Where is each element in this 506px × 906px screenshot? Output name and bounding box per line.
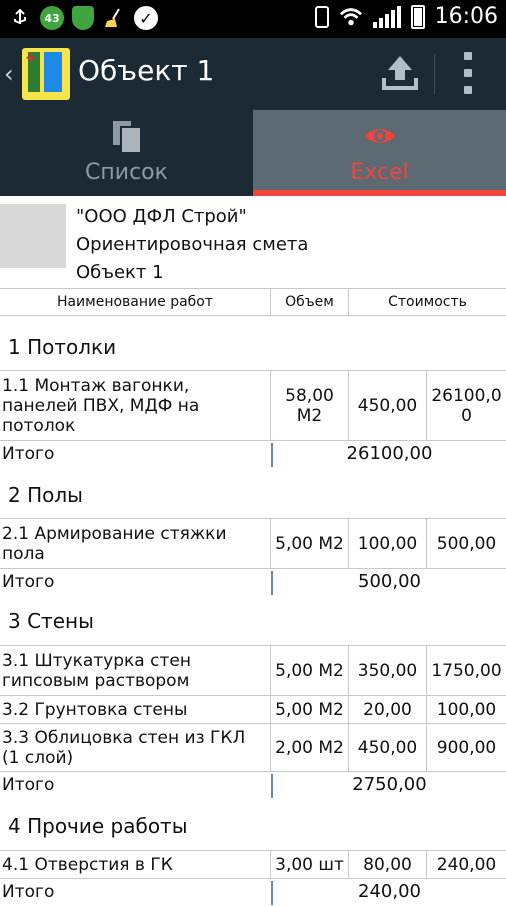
object-name: Объект 1 xyxy=(76,262,164,283)
back-icon[interactable]: ‹ xyxy=(4,60,14,88)
total-label: Итого xyxy=(2,572,55,592)
item-price: 80,00 xyxy=(348,851,426,878)
item-volume: 58,00 М2 xyxy=(270,371,348,440)
upload-icon[interactable] xyxy=(380,52,420,92)
item-price: 450,00 xyxy=(348,371,426,440)
broom-icon xyxy=(102,6,126,30)
total-row: Итого 2750,00 xyxy=(0,771,506,799)
eye-icon xyxy=(362,118,398,158)
notification-badge-icon: 43 xyxy=(40,6,64,30)
total-value: 26100,00 xyxy=(271,443,506,467)
item-volume: 2,00 М2 xyxy=(270,724,348,771)
status-bar: 43 ✓ 16:06 xyxy=(0,0,506,38)
item-cost: 500,00 xyxy=(426,519,506,568)
column-name: Наименование работ xyxy=(56,294,214,310)
total-label: Итого xyxy=(2,444,55,464)
total-value: 500,00 xyxy=(271,571,506,595)
more-icon[interactable] xyxy=(464,52,474,94)
tab-excel[interactable]: Excel xyxy=(253,110,506,196)
company-name: "ООО ДФЛ Строй" xyxy=(76,206,247,227)
vibrate-icon xyxy=(314,5,329,28)
item-cost: 900,00 xyxy=(426,724,506,771)
copy-icon xyxy=(110,118,144,158)
app-logo[interactable]: + xyxy=(22,48,70,100)
item-volume: 3,00 шт xyxy=(270,851,348,878)
column-volume: Объем xyxy=(270,289,348,316)
estimate-document[interactable]: "ООО ДФЛ Строй" Ориентировочная смета Об… xyxy=(0,196,506,905)
item-cost: 1750,00 xyxy=(426,646,506,695)
item-name: 3.3 Облицовка стен из ГКЛ (1 слой) xyxy=(2,727,246,768)
total-value: 2750,00 xyxy=(271,774,506,798)
tab-bar: Список Excel xyxy=(0,110,506,196)
item-cost: 100,00 xyxy=(426,696,506,723)
item-name: 3.1 Штукатурка стен гипсовым раствором xyxy=(2,650,191,691)
wifi-icon xyxy=(339,5,363,29)
tab-list[interactable]: Список xyxy=(0,110,253,196)
check-icon: ✓ xyxy=(134,6,158,30)
item-price: 450,00 xyxy=(348,724,426,771)
item-name: 1.1 Монтаж вагонки, панелей ПВХ, МДФ на … xyxy=(2,375,200,436)
total-row: Итого 500,00 xyxy=(0,568,506,596)
shield-icon xyxy=(72,6,94,30)
table-row: 4.1 Отверстия в ГК 3,00 шт 80,00 240,00 xyxy=(0,850,506,878)
tab-excel-label: Excel xyxy=(350,160,409,185)
table-row: 3.2 Грунтовка стены 5,00 М2 20,00 100,00 xyxy=(0,695,506,723)
item-name: 2.1 Армирование стяжки пола xyxy=(2,523,227,564)
company-logo-placeholder xyxy=(0,204,66,268)
tab-list-label: Список xyxy=(85,160,168,185)
item-name: 4.1 Отверстия в ГК xyxy=(2,854,173,875)
item-name: 3.2 Грунтовка стены xyxy=(2,699,188,720)
item-cost: 26100,00 xyxy=(426,371,506,440)
total-label: Итого xyxy=(2,882,55,902)
signal-icon xyxy=(372,5,401,28)
page-title: Объект 1 xyxy=(78,54,215,87)
table-row: 2.1 Армирование стяжки пола 5,00 М2 100,… xyxy=(0,518,506,568)
clock: 16:06 xyxy=(434,4,498,29)
document-type: Ориентировочная смета xyxy=(76,234,309,255)
table-row: 3.3 Облицовка стен из ГКЛ (1 слой) 2,00 … xyxy=(0,723,506,771)
item-volume: 5,00 М2 xyxy=(270,646,348,695)
item-price: 350,00 xyxy=(348,646,426,695)
item-volume: 5,00 М2 xyxy=(270,519,348,568)
app-bar: ‹ + Объект 1 xyxy=(0,38,506,110)
column-cost: Стоимость xyxy=(348,289,506,316)
section-title: 1 Потолки xyxy=(8,335,117,359)
total-label: Итого xyxy=(2,775,55,795)
item-price: 100,00 xyxy=(348,519,426,568)
table-header: Наименование работ Объем Стоимость xyxy=(0,288,506,316)
battery-icon xyxy=(410,4,425,29)
usb-icon xyxy=(8,6,32,30)
total-value: 240,00 xyxy=(271,881,506,905)
item-volume: 5,00 М2 xyxy=(270,696,348,723)
toolbar-divider xyxy=(434,54,435,94)
total-row: Итого 26100,00 xyxy=(0,440,506,468)
table-row: 3.1 Штукатурка стен гипсовым раствором 5… xyxy=(0,645,506,695)
item-cost: 240,00 xyxy=(426,851,506,878)
table-row: 1.1 Монтаж вагонки, панелей ПВХ, МДФ на … xyxy=(0,370,506,440)
section-title: 3 Стены xyxy=(8,609,94,633)
section-title: 4 Прочие работы xyxy=(8,814,188,838)
item-price: 20,00 xyxy=(348,696,426,723)
total-row: Итого 240,00 xyxy=(0,878,506,906)
section-title: 2 Полы xyxy=(8,483,83,507)
